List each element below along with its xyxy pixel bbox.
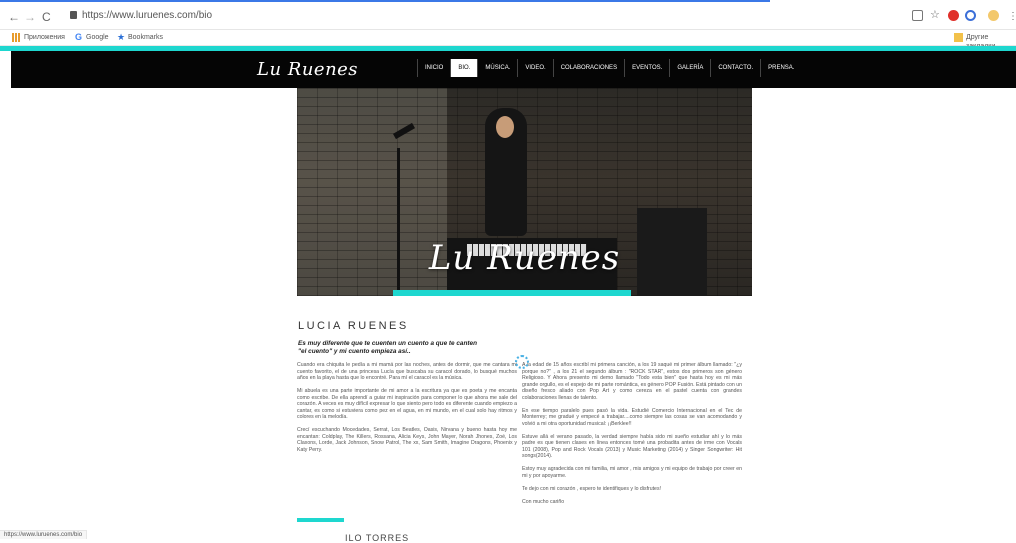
menu-kebab-icon[interactable]: ⋮ xyxy=(1008,11,1016,23)
menu-item-video[interactable]: VIDEO. xyxy=(517,59,552,77)
menu-item-colaboraciones[interactable]: COLABORACIONES xyxy=(552,59,624,77)
bio-column-right: A la edad de 15 años escribí mi primera … xyxy=(522,362,742,512)
bookmark-bookmarks[interactable]: Bookmarks xyxy=(128,33,163,42)
bio-paragraph: Estuve allá el verano pasado, la verdad … xyxy=(522,433,742,460)
translate-icon[interactable] xyxy=(912,10,923,21)
bio-paragraph: A la edad de 15 años escribí mi primera … xyxy=(522,362,742,401)
singer-figure xyxy=(485,108,527,236)
hero-logo: Lu Ruenes xyxy=(428,238,621,278)
menu-item-musica[interactable]: MÚSICA. xyxy=(477,59,517,77)
bookmark-star-icon[interactable]: ☆ xyxy=(930,10,941,21)
bio-paragraph: Con mucho cariño xyxy=(522,498,565,505)
bio-paragraph: Mi abuela es una parte importante de mi … xyxy=(297,388,517,420)
bio-paragraph: Te dejo con mi corazón , espero te ident… xyxy=(522,485,661,492)
loading-bar xyxy=(0,0,770,2)
bio-name: LUCIA RUENES xyxy=(298,320,409,332)
bio-paragraph: Estoy muy agradecida con mi familia, mi … xyxy=(522,466,742,479)
hero-image: Lu Ruenes xyxy=(297,88,752,296)
browser-toolbar: ← → C https://www.luruenes.com/bio ☆ ⋮ xyxy=(0,0,1016,30)
profile-avatar[interactable] xyxy=(988,10,999,21)
bookmarks-bar: Приложения G Google ★ Bookmarks Другие з… xyxy=(0,30,1016,50)
main-menu: INICIO BIO. MÚSICA. VIDEO. COLABORACIONE… xyxy=(417,59,801,77)
loading-spinner-icon xyxy=(515,355,529,369)
bookmark-google[interactable]: Google xyxy=(86,33,109,42)
status-bar: https://www.luruenes.com/bio xyxy=(0,530,88,539)
google-icon: G xyxy=(75,32,83,42)
menu-item-inicio[interactable]: INICIO xyxy=(417,59,450,77)
back-icon[interactable]: ← xyxy=(8,11,20,23)
bio-paragraph: Crecí escuchando Mocedades, Serrat, Los … xyxy=(297,427,517,453)
menu-item-galeria[interactable]: GALERÍA xyxy=(669,59,710,77)
bio-section: LUCIA RUENES Es muy diferente que te cue… xyxy=(297,296,752,543)
bookmark-apps[interactable]: Приложения xyxy=(24,33,65,42)
bio-quote: Es muy diferente que te cuenten un cuent… xyxy=(298,340,477,355)
lock-icon xyxy=(70,11,77,19)
star-icon: ★ xyxy=(117,32,126,42)
bio-paragraph: En ese tiempo paralelo pues pasó la vida… xyxy=(522,407,742,427)
menu-item-eventos[interactable]: EVENTOS. xyxy=(624,59,669,77)
forward-icon[interactable]: → xyxy=(24,11,36,23)
site-logo[interactable]: Lu Ruenes xyxy=(257,59,358,80)
section-accent-bar xyxy=(297,518,344,522)
next-bio-name: ILO TORRES xyxy=(345,533,410,543)
bio-paragraph: Cuando era chiquita le pedía a mi mamá p… xyxy=(297,362,517,381)
menu-item-prensa[interactable]: PRENSA. xyxy=(760,59,801,77)
extension-icon[interactable] xyxy=(965,10,976,21)
menu-item-bio[interactable]: BIO. xyxy=(450,59,478,77)
apps-icon xyxy=(12,33,21,42)
address-bar[interactable]: https://www.luruenes.com/bio xyxy=(82,10,212,21)
adblock-icon[interactable] xyxy=(948,10,959,21)
reload-icon[interactable]: C xyxy=(42,11,51,23)
folder-icon xyxy=(954,33,963,42)
bio-column-left: Cuando era chiquita le pedía a mi mamá p… xyxy=(297,362,517,460)
menu-item-contacto[interactable]: CONTACTO. xyxy=(710,59,760,77)
